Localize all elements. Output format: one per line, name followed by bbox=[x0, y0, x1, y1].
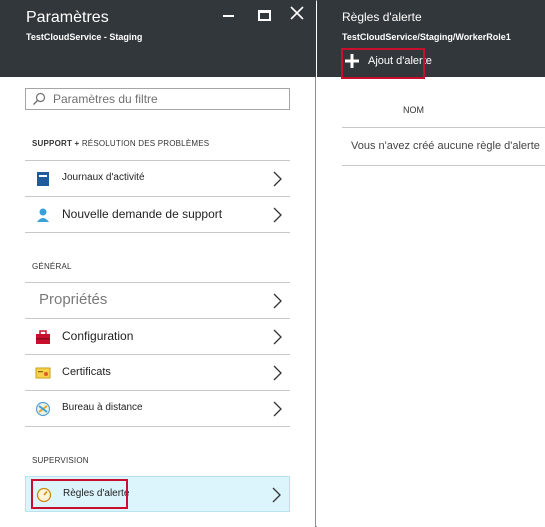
chevron-right-icon bbox=[272, 401, 282, 417]
empty-state-message: Vous n'avez créé aucune règle d'alerte bbox=[351, 140, 540, 152]
chevron-right-icon bbox=[271, 487, 281, 503]
activity-log-icon bbox=[35, 171, 51, 187]
menu-item-certificates[interactable]: Certificats bbox=[25, 355, 290, 391]
alert-rules-subtitle: TestCloudService/Staging/WorkerRole1 bbox=[342, 32, 511, 42]
menu-item-label: Journaux d'activité bbox=[62, 172, 145, 183]
search-icon bbox=[32, 92, 46, 106]
section-monitoring: SUPERVISION bbox=[32, 456, 89, 465]
menu-item-label: Propriétés bbox=[39, 291, 108, 308]
maximize-icon[interactable] bbox=[258, 10, 271, 21]
filter-box[interactable] bbox=[25, 88, 290, 110]
chevron-right-icon bbox=[272, 365, 282, 381]
menu-item-properties[interactable]: Propriétés bbox=[25, 283, 290, 319]
divider bbox=[342, 165, 545, 166]
chevron-right-icon bbox=[272, 171, 282, 187]
menu-item-label: Certificats bbox=[62, 366, 111, 378]
menu-item-label: Bureau à distance bbox=[62, 402, 143, 413]
divider bbox=[342, 127, 545, 128]
section-support-rest: RÉSOLUTION DES PROBLÈMES bbox=[81, 139, 210, 148]
menu-item-label: Nouvelle demande de support bbox=[62, 207, 223, 221]
alert-rules-title: Règles d'alerte bbox=[342, 10, 422, 24]
minimize-icon[interactable] bbox=[223, 15, 234, 17]
alert-gauge-icon bbox=[36, 487, 52, 503]
toolbox-icon bbox=[35, 329, 51, 345]
menu-item-remote-desktop[interactable]: Bureau à distance bbox=[25, 391, 290, 427]
menu-item-new-support-request[interactable]: Nouvelle demande de support bbox=[25, 197, 290, 233]
certificate-icon bbox=[35, 365, 51, 381]
support-person-icon bbox=[35, 207, 51, 223]
settings-blade: Paramètres TestCloudService - Staging SU… bbox=[0, 0, 316, 527]
menu-item-alert-rules[interactable]: Règles d'alerte bbox=[25, 476, 290, 512]
chevron-right-icon bbox=[272, 207, 282, 223]
chevron-right-icon bbox=[272, 329, 282, 345]
plus-icon bbox=[345, 54, 359, 68]
settings-subtitle: TestCloudService - Staging bbox=[26, 32, 143, 42]
section-support: SUPPORT + RÉSOLUTION DES PROBLÈMES bbox=[32, 139, 209, 148]
remote-desktop-icon bbox=[35, 401, 51, 417]
add-alert-label: Ajout d'alerte bbox=[368, 55, 432, 67]
filter-input[interactable] bbox=[53, 91, 283, 107]
settings-header: Paramètres TestCloudService - Staging bbox=[0, 0, 316, 77]
alert-rules-blade: Règles d'alerte TestCloudService/Staging… bbox=[317, 0, 545, 527]
settings-title: Paramètres bbox=[26, 9, 109, 26]
chevron-right-icon bbox=[272, 293, 282, 309]
menu-item-label: Configuration bbox=[62, 329, 134, 343]
column-header-name[interactable]: NOM bbox=[403, 105, 424, 115]
section-support-bold: SUPPORT + bbox=[32, 139, 80, 148]
menu-item-configuration[interactable]: Configuration bbox=[25, 319, 290, 355]
close-icon[interactable] bbox=[290, 6, 304, 20]
section-general: GÉNÉRAL bbox=[32, 262, 72, 271]
add-alert-button[interactable]: Ajout d'alerte bbox=[341, 50, 432, 72]
menu-item-label: Règles d'alerte bbox=[63, 488, 130, 499]
menu-item-activity-logs[interactable]: Journaux d'activité bbox=[25, 161, 290, 197]
alert-rules-header: Règles d'alerte TestCloudService/Staging… bbox=[317, 0, 545, 79]
